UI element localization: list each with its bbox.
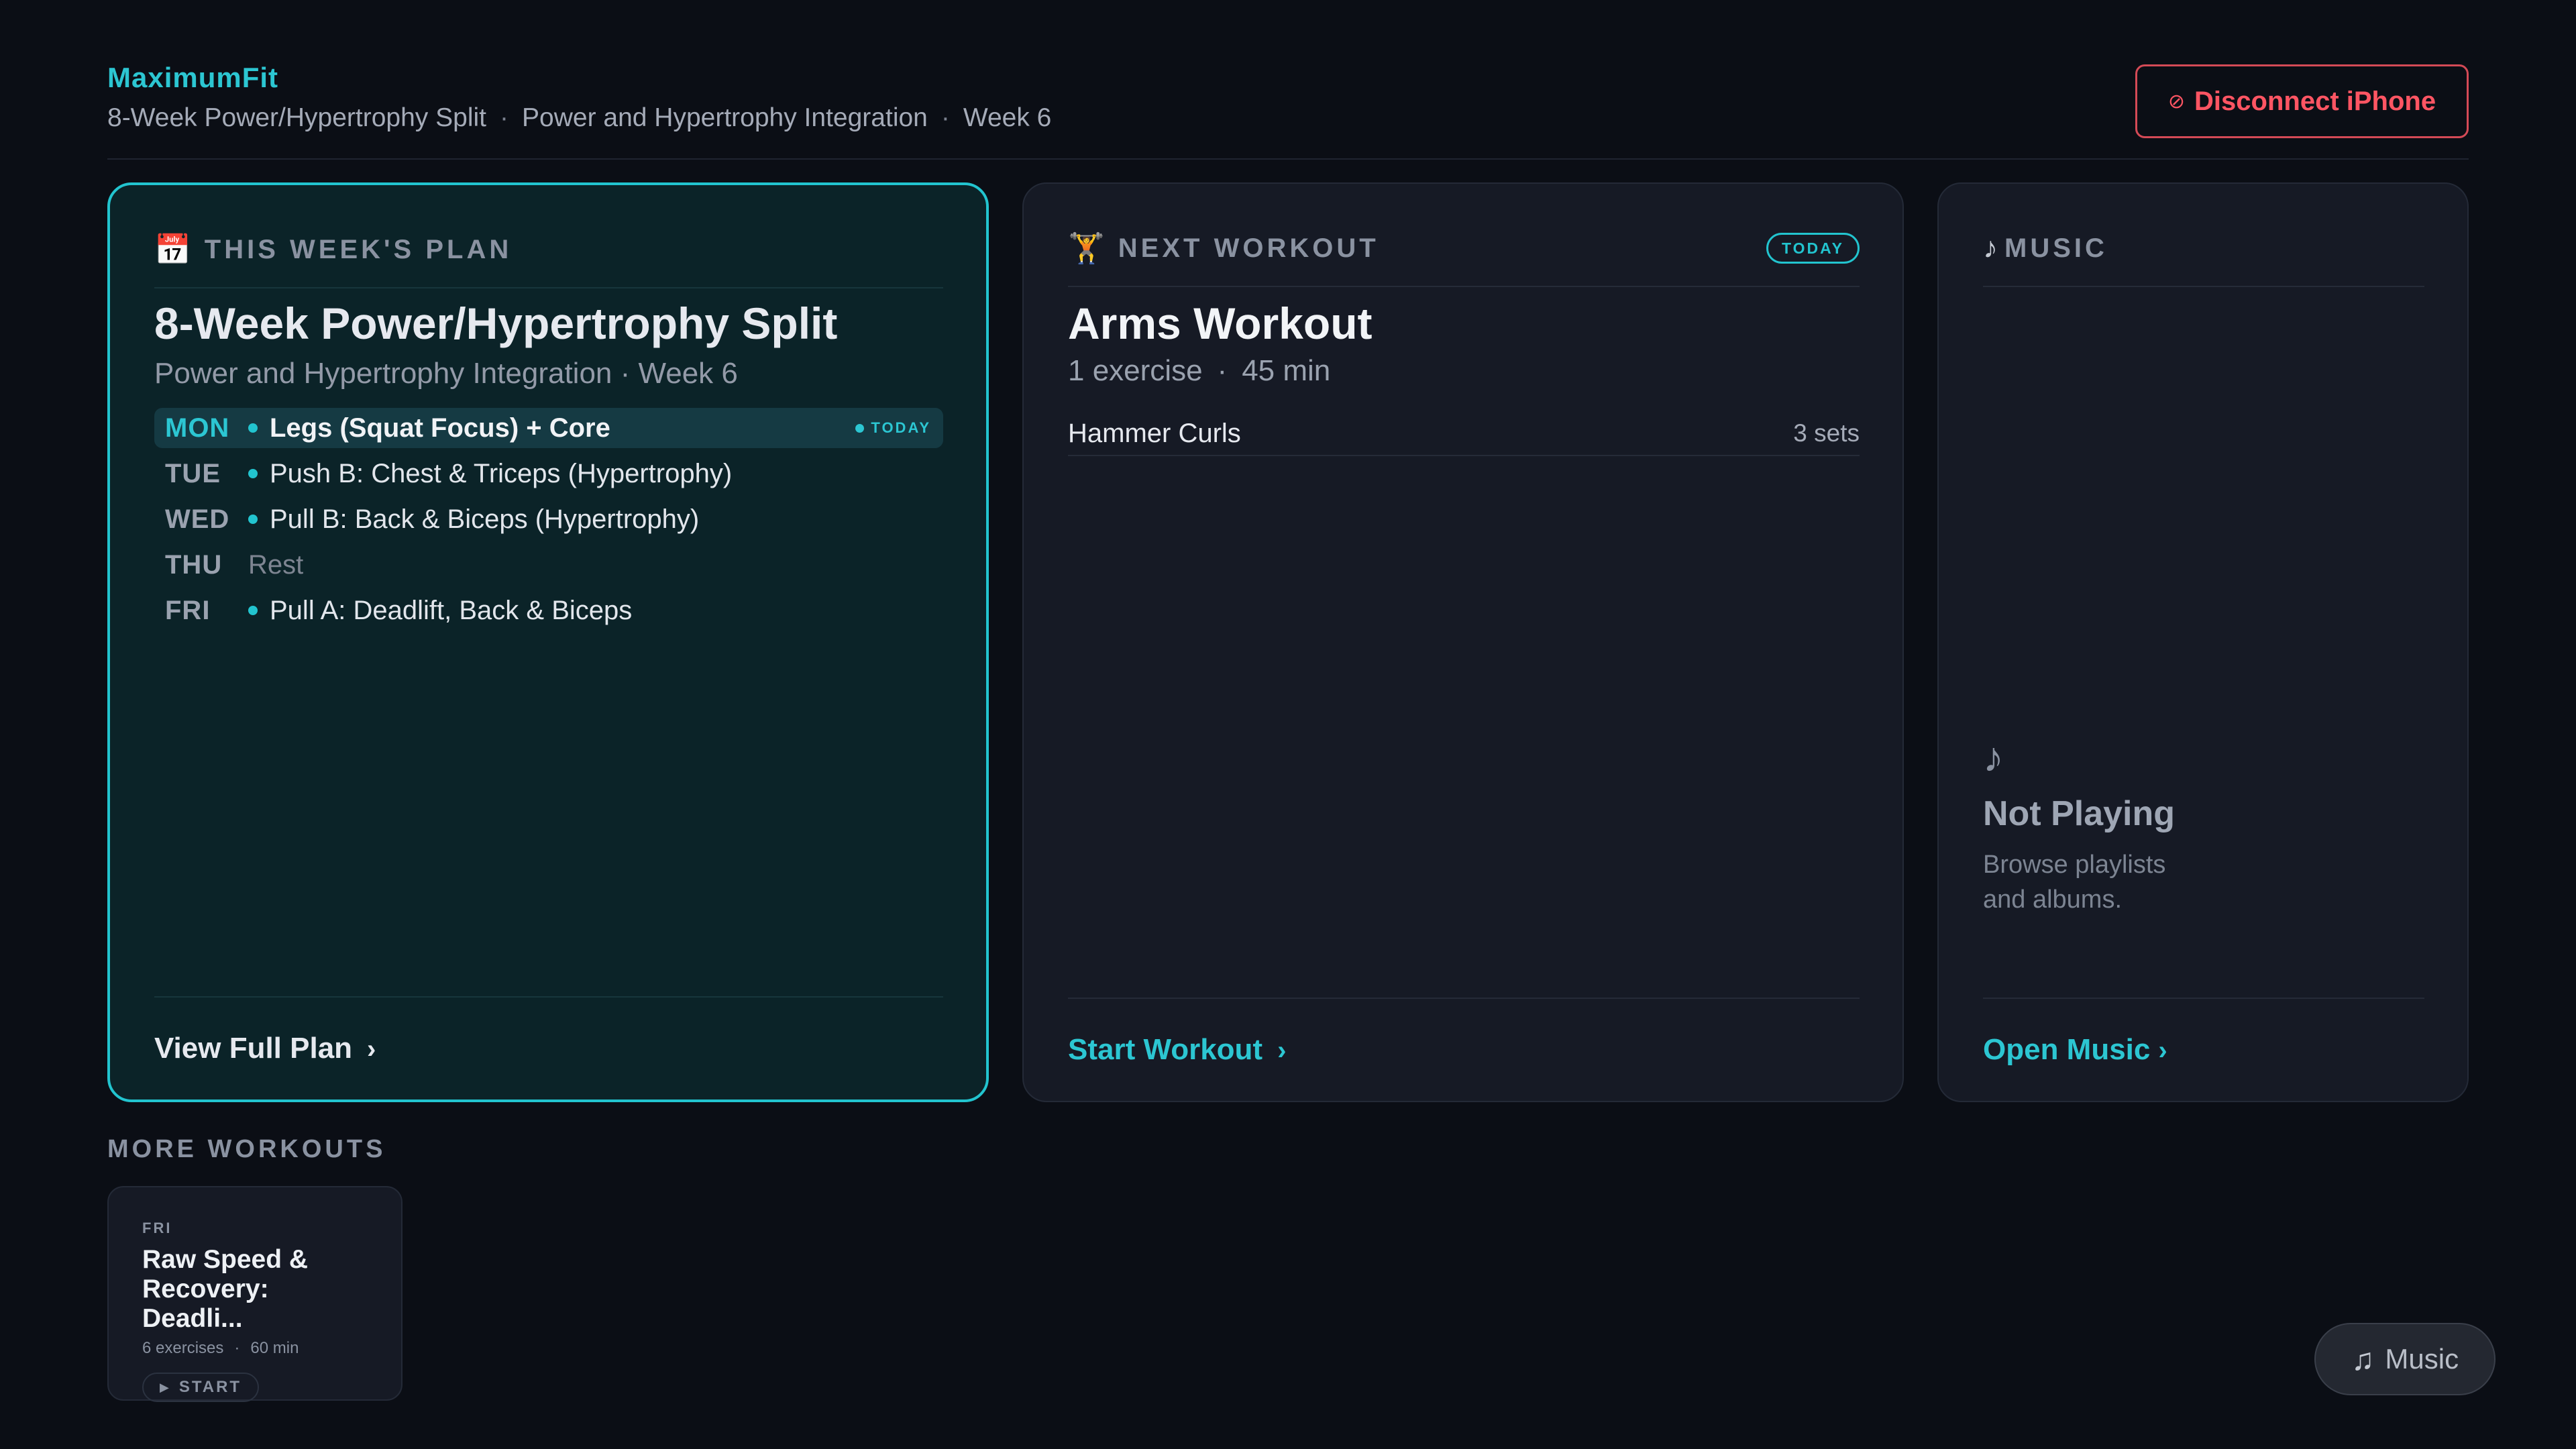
exercise-row: Hammer Curls 3 sets bbox=[1068, 412, 1860, 456]
start-workout-label: Start Workout bbox=[1068, 1033, 1263, 1066]
more-workout-title: Raw Speed & Recovery: Deadli... bbox=[142, 1245, 309, 1333]
disconnect-label: Disconnect iPhone bbox=[2194, 86, 2436, 116]
day-row-mon[interactable]: MON Legs (Squat Focus) + Core TODAY bbox=[154, 408, 943, 448]
day-workout-title: Legs (Squat Focus) + Core bbox=[270, 413, 610, 443]
brand-name: MaximumFit bbox=[107, 62, 279, 93]
open-music-link[interactable]: Open Music › bbox=[1983, 1033, 2167, 1067]
start-workout-link[interactable]: Start Workout › bbox=[1068, 1033, 1286, 1067]
plan-card-footer: View Full Plan › bbox=[154, 996, 943, 1099]
workout-duration: 45 min bbox=[1242, 354, 1331, 387]
disconnect-icon: ⊘ bbox=[2167, 90, 2186, 113]
day-row-tue[interactable]: TUE Push B: Chest & Triceps (Hypertrophy… bbox=[154, 453, 943, 494]
this-weeks-plan-card[interactable]: 📅 THIS WEEK'S PLAN 8-Week Power/Hypertro… bbox=[107, 182, 989, 1102]
meta-separator: · bbox=[1217, 354, 1228, 387]
day-row-wed[interactable]: WED Pull B: Back & Biceps (Hypertrophy) bbox=[154, 499, 943, 539]
day-name: THU bbox=[165, 549, 223, 580]
music-note-icon: ♪ bbox=[1983, 231, 1998, 264]
workout-dot bbox=[248, 515, 258, 524]
today-indicator: TODAY bbox=[855, 419, 931, 437]
more-workout-exercises: 6 exercises bbox=[142, 1339, 224, 1357]
day-workout-title: Push B: Chest & Triceps (Hypertrophy) bbox=[270, 458, 733, 488]
day-name: TUE bbox=[165, 458, 221, 488]
exercise-name: Hammer Curls bbox=[1068, 418, 1241, 448]
music-status: Not Playing bbox=[1983, 794, 2176, 833]
plan-subtitle: Power and Hypertrophy Integration · Week… bbox=[154, 357, 738, 390]
breadcrumb: 8-Week Power/Hypertrophy Split · Power a… bbox=[107, 103, 2469, 133]
music-card-footer: Open Music › bbox=[1983, 998, 2424, 1101]
more-workout-meta: 6 exercises · 60 min bbox=[142, 1339, 369, 1358]
exercise-count: 1 exercise bbox=[1068, 354, 1203, 387]
view-full-plan-label: View Full Plan bbox=[154, 1032, 353, 1065]
day-name: FRI bbox=[165, 595, 211, 625]
next-card-footer: Start Workout › bbox=[1068, 998, 1860, 1101]
view-full-plan-link[interactable]: View Full Plan › bbox=[154, 1032, 376, 1065]
week-day-list: MON Legs (Squat Focus) + Core TODAY TUE … bbox=[154, 408, 943, 631]
start-workout-button[interactable]: ▶ START bbox=[142, 1373, 260, 1402]
today-badge: TODAY bbox=[1766, 233, 1860, 264]
next-workout-meta: 1 exercise · 45 min bbox=[1068, 354, 1860, 388]
workout-dot bbox=[248, 606, 258, 615]
next-workout-title: Arms Workout bbox=[1068, 299, 1373, 348]
music-hint: Browse playlists and albums. bbox=[1983, 851, 2166, 914]
today-label: TODAY bbox=[871, 419, 931, 436]
music-card-heading: MUSIC bbox=[2004, 233, 2108, 263]
music-fab-label: Music bbox=[2385, 1343, 2459, 1375]
workout-dot bbox=[248, 469, 258, 478]
today-dot bbox=[855, 423, 865, 433]
breadcrumb-separator: · bbox=[500, 103, 509, 132]
disconnect-iphone-button[interactable]: ⊘ Disconnect iPhone bbox=[2135, 64, 2469, 138]
day-workout-title: Pull B: Back & Biceps (Hypertrophy) bbox=[270, 504, 700, 534]
top-header: MaximumFit 8-Week Power/Hypertrophy Spli… bbox=[107, 62, 2469, 160]
music-card[interactable]: ♪ MUSIC ♪ Not Playing Browse playlists a… bbox=[1937, 182, 2469, 1102]
start-label: START bbox=[178, 1378, 242, 1396]
next-workout-card[interactable]: 🏋 NEXT WORKOUT TODAY Arms Workout 1 exer… bbox=[1022, 182, 1904, 1102]
weightlifter-icon: 🏋 bbox=[1068, 232, 1105, 265]
plan-title: 8-Week Power/Hypertrophy Split bbox=[154, 299, 838, 348]
breadcrumb-week: Week 6 bbox=[963, 103, 1052, 132]
next-card-heading: NEXT WORKOUT bbox=[1118, 233, 1379, 263]
more-workout-card[interactable]: FRI Raw Speed & Recovery: Deadli... 6 ex… bbox=[107, 1186, 402, 1402]
meta-separator: · bbox=[234, 1339, 240, 1357]
day-row-thu: THU Rest bbox=[154, 545, 943, 585]
more-workout-duration: 60 min bbox=[250, 1339, 299, 1357]
music-empty-state: ♪ Not Playing Browse playlists and album… bbox=[1983, 734, 2204, 917]
day-name: WED bbox=[165, 504, 230, 534]
open-music-label: Open Music bbox=[1983, 1033, 2151, 1066]
exercise-sets: 3 sets bbox=[1793, 419, 1860, 447]
plan-card-header: 📅 THIS WEEK'S PLAN bbox=[154, 229, 943, 288]
calendar-icon: 📅 bbox=[154, 233, 191, 266]
music-card-header: ♪ MUSIC bbox=[1983, 228, 2424, 287]
day-rest-label: Rest bbox=[248, 549, 304, 580]
play-icon: ▶ bbox=[160, 1380, 171, 1394]
chevron-right-icon: › bbox=[367, 1034, 376, 1064]
music-floating-button[interactable]: ♫ Music bbox=[2314, 1323, 2496, 1395]
day-row-fri[interactable]: FRI Pull A: Deadlift, Back & Biceps bbox=[154, 590, 943, 631]
music-notes-icon: ♫ bbox=[2351, 1342, 2375, 1377]
more-workout-day: FRI bbox=[142, 1220, 172, 1236]
day-name: MON bbox=[165, 413, 230, 443]
chevron-right-icon: › bbox=[1277, 1036, 1287, 1065]
app-root: MaximumFit 8-Week Power/Hypertrophy Spli… bbox=[0, 0, 2576, 1449]
breadcrumb-phase: Power and Hypertrophy Integration bbox=[522, 103, 928, 132]
more-workouts-heading: MORE WORKOUTS bbox=[107, 1135, 386, 1163]
chevron-right-icon: › bbox=[2158, 1036, 2167, 1065]
next-card-header: 🏋 NEXT WORKOUT TODAY bbox=[1068, 228, 1860, 287]
breadcrumb-separator: · bbox=[941, 103, 950, 132]
music-note-large-icon: ♪ bbox=[1983, 735, 2004, 781]
workout-dot bbox=[248, 423, 258, 433]
breadcrumb-program: 8-Week Power/Hypertrophy Split bbox=[107, 103, 487, 132]
day-workout-title: Pull A: Deadlift, Back & Biceps bbox=[270, 595, 633, 625]
plan-card-heading: THIS WEEK'S PLAN bbox=[204, 234, 513, 264]
